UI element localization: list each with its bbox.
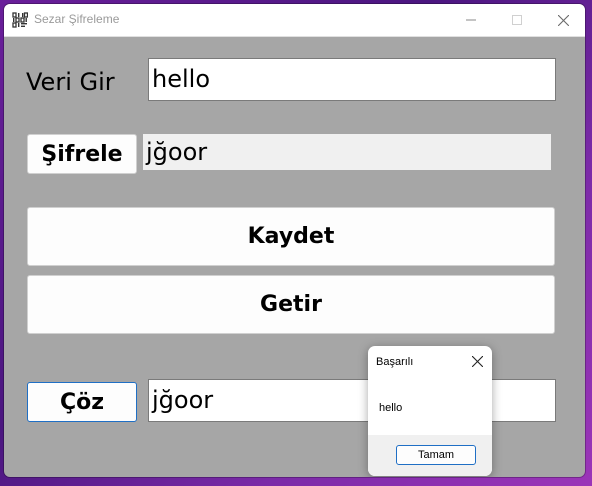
app-window: Sezar Şifreleme Veri Gir hello Şifrele j… [4, 4, 585, 477]
message-dialog: Başarılı hello Tamam [368, 346, 492, 476]
getir-button[interactable]: Getir [27, 275, 555, 334]
maximize-icon [512, 15, 522, 25]
close-icon [471, 355, 483, 367]
dialog-title: Başarılı [376, 356, 414, 368]
decrypt-input[interactable]: jğoor [148, 379, 556, 422]
dialog-footer: Tamam [368, 435, 492, 476]
binary-icon [12, 12, 29, 28]
minimize-button[interactable] [448, 4, 494, 36]
window-title: Sezar Şifreleme [34, 12, 120, 26]
maximize-button[interactable] [494, 4, 540, 36]
veri-gir-label: Veri Gir [26, 68, 115, 96]
encrypted-output[interactable]: jğoor [143, 134, 551, 170]
close-button[interactable] [540, 4, 585, 36]
coz-button[interactable]: Çöz [27, 382, 137, 422]
minimize-icon [466, 19, 476, 21]
kaydet-button[interactable]: Kaydet [27, 207, 555, 266]
close-icon [557, 14, 569, 26]
ok-button[interactable]: Tamam [396, 445, 476, 465]
veri-input[interactable]: hello [148, 58, 556, 101]
dialog-close-button[interactable] [468, 352, 486, 370]
title-bar[interactable]: Sezar Şifreleme [4, 4, 585, 37]
sifrele-button[interactable]: Şifrele [27, 134, 137, 174]
dialog-message: hello [379, 402, 403, 414]
